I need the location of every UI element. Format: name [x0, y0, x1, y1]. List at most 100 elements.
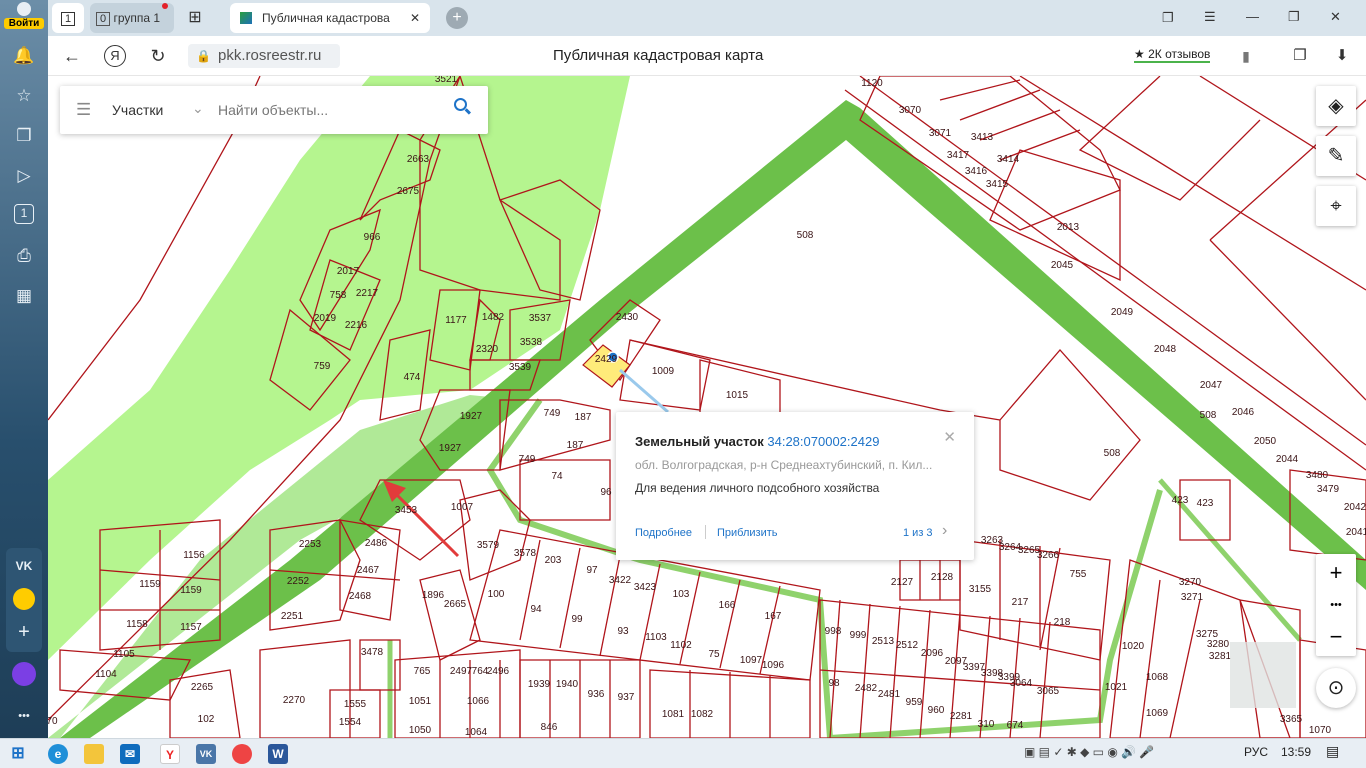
- alice-icon[interactable]: [12, 662, 36, 686]
- parcel-label[interactable]: 2253: [299, 539, 322, 550]
- reader-mode-icon[interactable]: ❐: [1288, 44, 1312, 68]
- parcel-label[interactable]: 3478: [361, 647, 384, 658]
- parcel-label[interactable]: 846: [541, 722, 558, 733]
- tab-close-icon[interactable]: ✕: [410, 3, 420, 33]
- new-group-icon[interactable]: ⊞: [182, 3, 208, 33]
- parcel-label[interactable]: 2429: [595, 354, 618, 365]
- parcel-label[interactable]: 1940: [556, 679, 579, 690]
- parcel-label[interactable]: 2046: [1232, 407, 1255, 418]
- parcel-label[interactable]: 1070: [1309, 725, 1332, 736]
- parcel-label[interactable]: 2128: [931, 572, 954, 583]
- compass-button[interactable]: ⊙: [1316, 668, 1356, 708]
- parcel-label[interactable]: 3480: [1306, 470, 1329, 481]
- parcel-label[interactable]: 960: [928, 705, 945, 716]
- parcel-label[interactable]: 74: [551, 471, 563, 482]
- parcel-label[interactable]: 2050: [1254, 436, 1277, 447]
- parcel-label[interactable]: 1159: [139, 579, 161, 590]
- menu-icon[interactable]: ☰: [1204, 9, 1216, 25]
- locate-button[interactable]: ⌖: [1316, 186, 1356, 226]
- parcel-label[interactable]: 3070: [899, 105, 922, 116]
- chrome-icon[interactable]: [232, 744, 252, 764]
- parcel-label[interactable]: 2663: [407, 154, 430, 165]
- add-icon[interactable]: +: [12, 620, 36, 644]
- more-link[interactable]: Подробнее: [635, 527, 692, 539]
- parcel-label[interactable]: 3416: [965, 166, 988, 177]
- parcel-label[interactable]: 1159: [180, 585, 202, 596]
- parcel-label[interactable]: 1097: [740, 655, 763, 666]
- hamburger-menu-icon[interactable]: ☰: [76, 100, 91, 120]
- zoom-link[interactable]: Приблизить: [717, 527, 778, 539]
- parcel-label[interactable]: 758: [330, 290, 347, 301]
- parcel-label[interactable]: 1020: [1122, 641, 1145, 652]
- back-button[interactable]: ←: [60, 44, 84, 68]
- parcel-label[interactable]: 2265: [191, 682, 214, 693]
- more-tools-button[interactable]: •••: [1316, 592, 1356, 618]
- vk-icon[interactable]: VK: [12, 554, 36, 578]
- next-result-icon[interactable]: ›: [942, 522, 947, 540]
- parcel-label[interactable]: 423: [1172, 495, 1189, 506]
- apps-grid-icon[interactable]: ▦: [12, 284, 36, 308]
- parcel-label[interactable]: 937: [618, 692, 635, 703]
- parcel-label[interactable]: 423: [1197, 498, 1214, 509]
- notifications-icon[interactable]: ▤: [1326, 743, 1339, 760]
- parcel-label[interactable]: 3281: [1209, 651, 1232, 662]
- parcel-label[interactable]: 3065: [1037, 686, 1060, 697]
- parcel-label[interactable]: 1050: [409, 725, 432, 736]
- collections-window-icon[interactable]: ❐: [1162, 10, 1174, 26]
- language-indicator[interactable]: РУС: [1244, 745, 1268, 759]
- restore-icon[interactable]: ❐: [1288, 9, 1300, 25]
- parcel-label[interactable]: 1120: [861, 78, 883, 89]
- parcel-label[interactable]: 2481: [878, 689, 901, 700]
- parcel-label[interactable]: 3538: [520, 337, 543, 348]
- parcel-label[interactable]: 508: [1104, 448, 1121, 459]
- parcel-label[interactable]: 3415: [986, 179, 1009, 190]
- parcel-label[interactable]: 1482: [482, 312, 505, 323]
- url-field[interactable]: 🔒 pkk.rosreestr.ru: [188, 44, 340, 68]
- word-icon[interactable]: W: [268, 744, 288, 764]
- parcel-label[interactable]: 2497: [450, 666, 473, 677]
- parcel-label[interactable]: 749: [519, 454, 536, 465]
- parcel-label[interactable]: 3270: [1179, 577, 1202, 588]
- parcel-label[interactable]: 3422: [609, 575, 632, 586]
- zoom-in-button[interactable]: +: [1316, 554, 1356, 592]
- edge-icon[interactable]: e: [48, 744, 68, 764]
- parcel-label[interactable]: 2482: [855, 683, 878, 694]
- parcel-label[interactable]: 1068: [1146, 672, 1169, 683]
- parcel-label[interactable]: 3417: [947, 150, 970, 161]
- parcel-label[interactable]: 94: [530, 604, 542, 615]
- parcel-label[interactable]: 3064: [1010, 678, 1033, 689]
- parcel-label[interactable]: 1009: [652, 366, 675, 377]
- parcel-label[interactable]: 167: [765, 611, 782, 622]
- parcel-label[interactable]: 1066: [467, 696, 490, 707]
- parcel-label[interactable]: 2675: [397, 186, 420, 197]
- more-icon[interactable]: •••: [12, 704, 36, 728]
- parcel-label[interactable]: 765: [414, 666, 431, 677]
- parcel-label[interactable]: 1103: [645, 632, 667, 643]
- new-tab-button[interactable]: +: [446, 7, 468, 29]
- parcel-label[interactable]: 1555: [344, 699, 367, 710]
- clock[interactable]: 13:59: [1281, 745, 1311, 759]
- parcel-label[interactable]: 2468: [349, 591, 372, 602]
- home-tab[interactable]: 1: [52, 3, 84, 33]
- cadastral-map[interactable]: 3521 2663 2675 966 2017 758 2217 2019 2216 759 474…: [48, 76, 1366, 738]
- parcel-label[interactable]: 474: [404, 372, 421, 383]
- parcel-label[interactable]: 1082: [691, 709, 714, 720]
- parcel-label[interactable]: 3537: [529, 313, 552, 324]
- parcel-label[interactable]: 1157: [180, 622, 202, 633]
- parcel-label[interactable]: 98: [828, 678, 840, 689]
- parcel-label[interactable]: 1064: [465, 727, 488, 738]
- parcel-label[interactable]: 1927: [439, 443, 462, 454]
- parcel-label[interactable]: 1015: [726, 390, 749, 401]
- star-icon[interactable]: ☆: [12, 84, 36, 108]
- parcel-label[interactable]: 1177: [445, 315, 467, 326]
- parcel-label[interactable]: 218: [1054, 617, 1071, 628]
- parcel-label[interactable]: 3453: [395, 505, 418, 516]
- parcel-label[interactable]: 3479: [1317, 484, 1340, 495]
- parcel-label[interactable]: 999: [850, 630, 867, 641]
- parcel-label[interactable]: 1081: [662, 709, 685, 720]
- parcel-label[interactable]: 102: [198, 714, 215, 725]
- explorer-icon[interactable]: [84, 744, 104, 764]
- parcel-label[interactable]: 3280: [1207, 639, 1230, 650]
- parcel-label[interactable]: 2019: [314, 313, 337, 324]
- parcel-label[interactable]: 2216: [345, 320, 368, 331]
